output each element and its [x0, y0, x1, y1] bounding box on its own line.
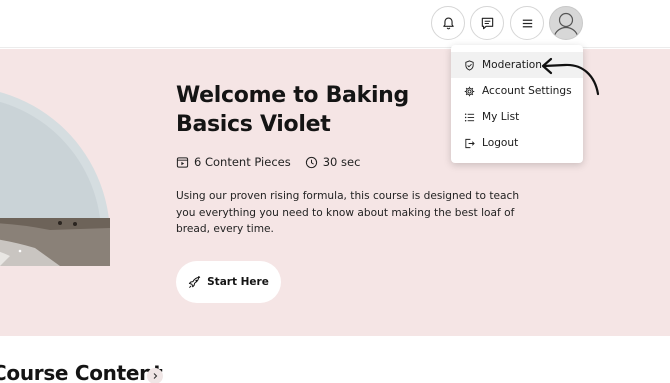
course-image [0, 88, 110, 266]
main-menu-button[interactable] [510, 6, 544, 40]
course-meta: 6 Content Pieces 30 sec [176, 155, 360, 169]
course-description: Using our proven rising formula, this co… [176, 190, 520, 235]
logout-icon [465, 138, 475, 148]
hamburger-icon [522, 19, 532, 27]
menu-item-logout[interactable]: Logout [451, 130, 583, 156]
chat-icon [481, 17, 493, 29]
user-avatar-button[interactable] [549, 6, 583, 40]
start-here-label: Start Here [207, 276, 269, 288]
annotation-arrow [541, 57, 600, 96]
chevron-right-icon [153, 373, 158, 379]
menu-item-label: Moderation [482, 59, 543, 71]
start-here-button[interactable]: Start Here [176, 261, 281, 303]
top-header [0, 0, 670, 48]
clock-icon [305, 156, 317, 168]
user-avatar-icon [553, 12, 579, 38]
course-content-toggle[interactable] [147, 368, 163, 383]
notifications-button[interactable] [431, 6, 465, 40]
rocket-icon [189, 275, 201, 288]
content-count: 6 Content Pieces [176, 155, 291, 169]
gear-icon [464, 86, 475, 96]
video-pieces-icon [176, 156, 189, 168]
shield-check-icon [465, 59, 474, 71]
menu-item-label: My List [482, 111, 520, 123]
messages-button[interactable] [470, 6, 504, 40]
menu-item-my-list[interactable]: My List [451, 104, 583, 130]
menu-item-label: Logout [482, 137, 519, 149]
course-duration: 30 sec [305, 155, 361, 169]
course-title: Welcome to Baking Basics Violet [176, 83, 409, 137]
list-icon [464, 113, 475, 121]
content-count-label: 6 Content Pieces [194, 155, 291, 169]
course-content-heading: Course Content [0, 361, 163, 383]
duration-label: 30 sec [322, 155, 361, 169]
bell-icon [442, 17, 454, 29]
